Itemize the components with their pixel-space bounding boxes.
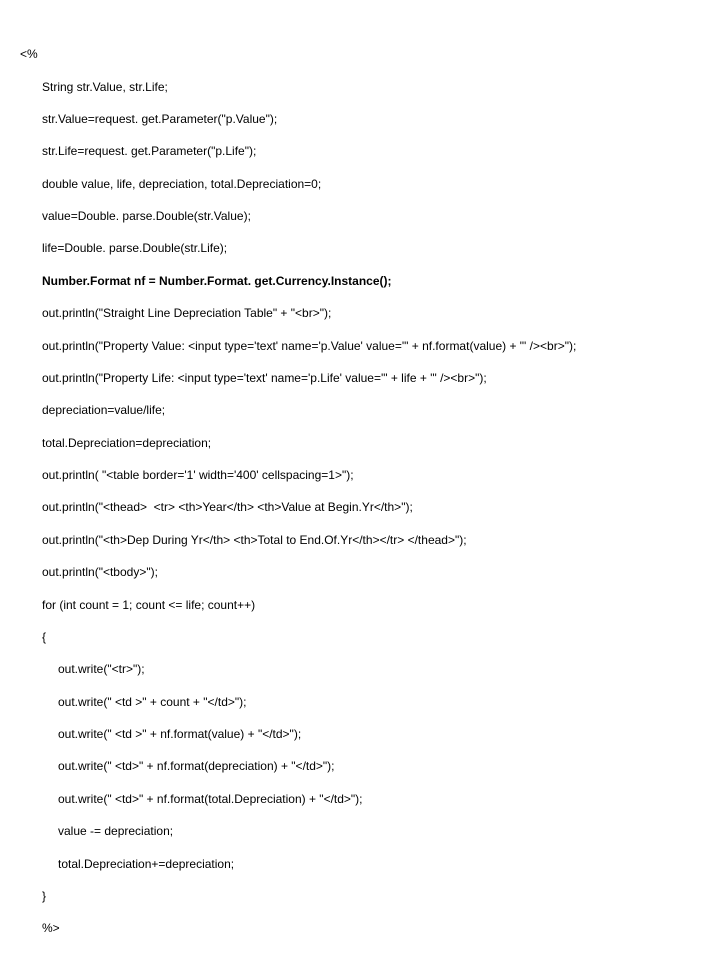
code-line: out.write(" <td >" + count + "</td>"); [20,694,700,710]
code-line: total.Depreciation+=depreciation; [20,856,700,872]
code-line: life=Double. parse.Double(str.Life); [20,240,700,256]
code-line: value=Double. parse.Double(str.Value); [20,208,700,224]
code-line: out.println("Property Value: <input type… [20,338,700,354]
code-line: out.write(" <td >" + nf.format(value) + … [20,726,700,742]
code-line: <% [20,46,700,62]
code-line: { [20,629,700,645]
code-line: out.write("<tr>"); [20,661,700,677]
code-line: str.Life=request. get.Parameter("p.Life"… [20,143,700,159]
code-block: <% String str.Value, str.Life; str.Value… [0,0,720,953]
code-line: String str.Value, str.Life; [20,79,700,95]
code-line: depreciation=value/life; [20,402,700,418]
code-line-bold: Number.Format nf = Number.Format. get.Cu… [20,273,700,289]
code-line: out.println("Straight Line Depreciation … [20,305,700,321]
code-line: value -= depreciation; [20,823,700,839]
code-line: for (int count = 1; count <= life; count… [20,597,700,613]
code-line: out.println( "<table border='1' width='4… [20,467,700,483]
code-line: double value, life, depreciation, total.… [20,176,700,192]
code-line: %> [20,920,700,936]
code-line: out.println("<thead> <tr> <th>Year</th> … [20,499,700,515]
code-line: total.Depreciation=depreciation; [20,435,700,451]
code-line: out.write(" <td>" + nf.format(total.Depr… [20,791,700,807]
code-line: out.println("<tbody>"); [20,564,700,580]
code-line: str.Value=request. get.Parameter("p.Valu… [20,111,700,127]
code-line: out.println("Property Life: <input type=… [20,370,700,386]
code-line: out.write(" <td>" + nf.format(depreciati… [20,758,700,774]
code-line: } [20,888,700,904]
